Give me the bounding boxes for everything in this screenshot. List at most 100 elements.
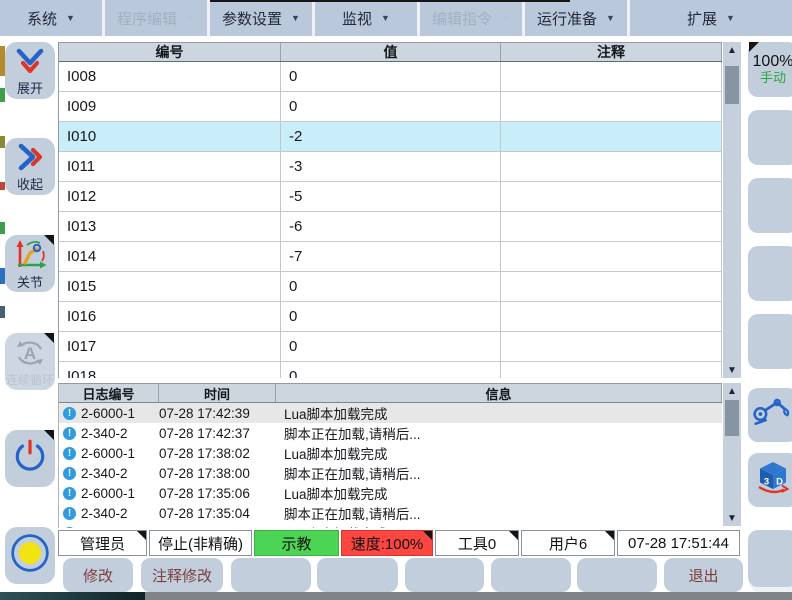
info-icon: ! <box>63 427 76 440</box>
io-value-cell: -2 <box>281 122 501 151</box>
modify-button[interactable]: 修改 <box>63 558 133 592</box>
sidebar-button-power[interactable] <box>5 430 55 487</box>
log-table-row[interactable]: !2-340-207-28 17:42:37脚本正在加载,请稍后... <box>59 423 722 443</box>
sidebar-button-label: 连续循环 <box>6 374 54 386</box>
sidebar-button-joint[interactable]: 关节 <box>5 235 55 292</box>
log-table-row[interactable]: !2-6000-107-28 17:38:02Lua脚本加载完成 <box>59 443 722 463</box>
scroll-up-icon[interactable]: ▲ <box>723 42 741 58</box>
status-tool-frame[interactable]: 工具0 <box>435 530 519 556</box>
sidebar-button-record[interactable] <box>5 527 55 584</box>
log-table-row[interactable]: !2-6000-107-28 17:35:06Lua脚本加载完成 <box>59 483 722 503</box>
speed-mode-button[interactable]: 100% 手动 <box>748 42 792 97</box>
sidebar-button-expand[interactable]: 展开 <box>5 42 55 99</box>
io-table-row[interactable]: I0090 <box>59 92 722 122</box>
menu-item-3[interactable]: 监视▼ <box>315 0 420 36</box>
right-panel-button-empty[interactable] <box>748 110 792 165</box>
threed-view-button[interactable]: 3D <box>748 453 792 507</box>
io-id-cell: I015 <box>59 272 281 301</box>
log-table-row[interactable]: !2-6000-107-28 17:33:58Lua脚本加载完成 <box>59 523 722 528</box>
menu-item-6[interactable]: 扩展▼ <box>630 0 792 36</box>
function-button-empty[interactable] <box>405 558 484 592</box>
scroll-down-icon[interactable]: ▼ <box>723 510 741 526</box>
sidebar-button-collapse[interactable]: 收起 <box>5 138 55 195</box>
speed-percent-label: 100% <box>753 53 792 71</box>
log-message-cell: Lua脚本加载完成 <box>276 523 722 528</box>
log-code-text: 2-6000-1 <box>81 486 135 501</box>
io-table-row[interactable]: I0160 <box>59 302 722 332</box>
right-panel-button-empty[interactable] <box>748 178 792 233</box>
menu-item-5[interactable]: 运行准备▼ <box>525 0 630 36</box>
status-datetime: 07-28 17:51:44 <box>617 530 740 556</box>
scrollbar-thumb[interactable] <box>725 400 739 436</box>
io-table-row[interactable]: I0180 <box>59 362 722 378</box>
io-table-row[interactable]: I014-7 <box>59 242 722 272</box>
menu-item-label: 编辑指令 <box>432 8 492 29</box>
log-table: 日志编号时间信息 !2-6000-107-28 17:42:39Lua脚本加载完… <box>58 383 722 528</box>
log-code-cell: !2-6000-1 <box>59 406 159 421</box>
log-code-cell: !2-6000-1 <box>59 446 159 461</box>
right-panel-button-bottom[interactable] <box>748 530 792 587</box>
io-table-row[interactable]: I0150 <box>59 272 722 302</box>
status-teach-mode-badge: 示教 <box>254 530 339 556</box>
log-time-cell: 07-28 17:35:06 <box>159 486 276 501</box>
io-id-cell: I016 <box>59 302 281 331</box>
right-panel-button-empty[interactable] <box>748 246 792 301</box>
io-table-row[interactable]: I013-6 <box>59 212 722 242</box>
log-scrollbar[interactable]: ▲ ▼ <box>723 383 741 526</box>
function-button-empty[interactable] <box>577 558 657 592</box>
io-column-header: 注释 <box>501 43 722 61</box>
log-table-row[interactable]: !2-340-207-28 17:38:00脚本正在加载,请稍后... <box>59 463 722 483</box>
function-button-empty[interactable] <box>317 558 398 592</box>
io-table-row[interactable]: I011-3 <box>59 152 722 182</box>
menu-item-0[interactable]: 系统▼ <box>0 0 105 36</box>
scroll-up-icon[interactable]: ▲ <box>723 383 741 399</box>
cycle-icon: A <box>14 338 46 373</box>
menubar: 系统▼程序编辑▼参数设置▼监视▼编辑指令▼运行准备▼扩展▼ <box>0 0 792 36</box>
log-message-cell: 脚本正在加载,请稍后... <box>276 423 722 443</box>
io-table-scrollbar[interactable]: ▲ ▼ <box>723 42 741 378</box>
io-value-cell: -3 <box>281 152 501 181</box>
io-table-row[interactable]: I010-2 <box>59 122 722 152</box>
io-comment-cell <box>501 212 722 241</box>
scroll-down-icon[interactable]: ▼ <box>723 362 741 378</box>
log-table-row[interactable]: !2-6000-107-28 17:42:39Lua脚本加载完成 <box>59 403 722 423</box>
scrollbar-thumb[interactable] <box>725 66 739 104</box>
io-comment-cell <box>501 152 722 181</box>
exit-button[interactable]: 退出 <box>664 558 743 592</box>
io-comment-cell <box>501 92 722 121</box>
log-message-cell: Lua脚本加载完成 <box>276 403 722 423</box>
taskbar-edge <box>145 592 792 600</box>
io-table-row[interactable]: I0080 <box>59 62 722 92</box>
io-table-row[interactable]: I0170 <box>59 332 722 362</box>
log-code-text: 2-340-2 <box>81 426 128 441</box>
robot-model-button[interactable] <box>748 388 792 442</box>
log-column-header: 日志编号 <box>59 384 159 402</box>
log-code-text: 2-6000-1 <box>81 526 135 529</box>
svg-text:A: A <box>24 344 36 363</box>
chevron-down-icon: ▼ <box>66 13 75 23</box>
menu-item-2[interactable]: 参数设置▼ <box>210 0 315 36</box>
io-value-cell: 0 <box>281 302 501 331</box>
function-button-empty[interactable] <box>491 558 571 592</box>
function-button-empty[interactable] <box>231 558 311 592</box>
log-time-cell: 07-28 17:38:02 <box>159 446 276 461</box>
manual-mode-label: 手动 <box>760 71 786 86</box>
log-table-header: 日志编号时间信息 <box>59 384 722 403</box>
right-panel-button-empty[interactable] <box>748 314 792 369</box>
menu-item-1: 程序编辑▼ <box>105 0 210 36</box>
joint-icon <box>13 238 47 275</box>
status-speed-badge[interactable]: 速度:100% <box>341 530 433 556</box>
log-table-row[interactable]: !2-340-207-28 17:35:04脚本正在加载,请稍后... <box>59 503 722 523</box>
io-table-row[interactable]: I012-5 <box>59 182 722 212</box>
io-value-cell: 0 <box>281 92 501 121</box>
power-icon <box>12 438 48 479</box>
io-id-cell: I011 <box>59 152 281 181</box>
info-icon: ! <box>63 507 76 520</box>
status-user-frame[interactable]: 用户6 <box>521 530 615 556</box>
menu-item-label: 监视 <box>342 8 372 29</box>
status-user-level[interactable]: 管理员 <box>58 530 147 556</box>
io-value-cell: 0 <box>281 272 501 301</box>
comment-modify-button[interactable]: 注释修改 <box>141 558 223 592</box>
chevron-down-icon: ▼ <box>291 13 300 23</box>
info-icon: ! <box>63 407 76 420</box>
